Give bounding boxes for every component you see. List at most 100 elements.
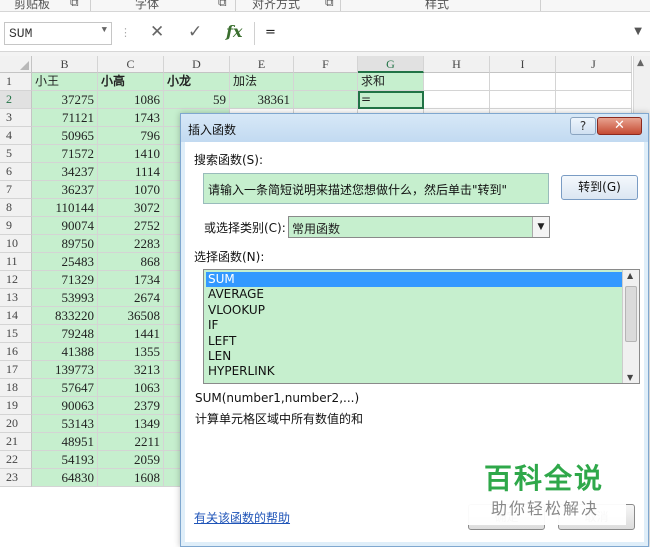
function-list-scrollbar[interactable]: ▲ ▼ <box>622 270 639 383</box>
cell-c15[interactable]: 1441 <box>98 325 164 343</box>
cell-c3[interactable]: 1743 <box>98 109 164 127</box>
column-header-h[interactable]: H <box>424 56 490 73</box>
row-header-3[interactable]: 3 <box>0 109 32 127</box>
formula-bar-grip-icon[interactable]: ⋮ <box>120 26 131 39</box>
column-header-e[interactable]: E <box>230 56 294 73</box>
row-header-10[interactable]: 10 <box>0 235 32 253</box>
function-item-len[interactable]: LEN <box>206 349 622 364</box>
scroll-thumb[interactable] <box>625 286 637 342</box>
chevron-down-icon[interactable]: ▼ <box>532 217 549 237</box>
scroll-up-arrow-icon[interactable]: ▲ <box>627 271 633 280</box>
column-header-b[interactable]: B <box>32 56 98 73</box>
cell-b3[interactable]: 71121 <box>32 109 98 127</box>
cell-b19[interactable]: 90063 <box>32 397 98 415</box>
row-header-23[interactable]: 23 <box>0 469 32 487</box>
column-header-c[interactable]: C <box>98 56 164 73</box>
cell-b15[interactable]: 79248 <box>32 325 98 343</box>
cell-c13[interactable]: 2674 <box>98 289 164 307</box>
function-item-left[interactable]: LEFT <box>206 334 622 349</box>
dialog-titlebar[interactable]: 插入函数 ? ✕ <box>181 114 648 142</box>
cell-g1[interactable]: 求和 <box>358 73 424 91</box>
cell-b2[interactable]: 37275 <box>32 91 98 109</box>
column-header-j[interactable]: J <box>556 56 632 73</box>
row-header-9[interactable]: 9 <box>0 217 32 235</box>
cell-h1[interactable] <box>424 73 490 91</box>
cell-j2[interactable] <box>556 91 632 109</box>
cell-c2[interactable]: 1086 <box>98 91 164 109</box>
cell-c1[interactable]: 小高 <box>98 73 164 91</box>
cell-h2[interactable] <box>424 91 490 109</box>
cell-c4[interactable]: 796 <box>98 127 164 145</box>
font-launcher-icon[interactable]: ⧉ <box>218 0 227 10</box>
chevron-down-icon[interactable]: ▼ <box>102 25 107 35</box>
function-item-sum[interactable]: SUM <box>206 272 622 287</box>
row-header-1[interactable]: 1 <box>0 73 32 91</box>
clipboard-launcher-icon[interactable]: ⧉ <box>70 0 79 10</box>
row-header-19[interactable]: 19 <box>0 397 32 415</box>
row-header-22[interactable]: 22 <box>0 451 32 469</box>
cell-c9[interactable]: 2752 <box>98 217 164 235</box>
cell-c8[interactable]: 3072 <box>98 199 164 217</box>
help-button[interactable]: ? <box>570 117 596 135</box>
row-header-15[interactable]: 15 <box>0 325 32 343</box>
cell-c12[interactable]: 1734 <box>98 271 164 289</box>
cell-e1[interactable]: 加法 <box>230 73 294 91</box>
cell-c20[interactable]: 1349 <box>98 415 164 433</box>
cell-b4[interactable]: 50965 <box>32 127 98 145</box>
row-header-21[interactable]: 21 <box>0 433 32 451</box>
row-header-18[interactable]: 18 <box>0 379 32 397</box>
cell-j1[interactable] <box>556 73 632 91</box>
cell-i2[interactable] <box>490 91 556 109</box>
cell-c18[interactable]: 1063 <box>98 379 164 397</box>
cell-d1[interactable]: 小龙 <box>164 73 230 91</box>
function-item-hyperlink[interactable]: HYPERLINK <box>206 364 622 379</box>
cell-b16[interactable]: 41388 <box>32 343 98 361</box>
cell-b9[interactable]: 90074 <box>32 217 98 235</box>
column-header-i[interactable]: I <box>490 56 556 73</box>
category-select[interactable]: 常用函数 ▼ <box>288 216 550 238</box>
column-header-f[interactable]: F <box>294 56 358 73</box>
cell-b8[interactable]: 110144 <box>32 199 98 217</box>
cell-c7[interactable]: 1070 <box>98 181 164 199</box>
close-button[interactable]: ✕ <box>597 117 642 135</box>
cell-c6[interactable]: 1114 <box>98 163 164 181</box>
cell-b21[interactable]: 48951 <box>32 433 98 451</box>
row-header-14[interactable]: 14 <box>0 307 32 325</box>
function-item-if[interactable]: IF <box>206 318 622 333</box>
cell-f2[interactable] <box>294 91 358 109</box>
cell-c23[interactable]: 1608 <box>98 469 164 487</box>
cell-i1[interactable] <box>490 73 556 91</box>
cell-c10[interactable]: 2283 <box>98 235 164 253</box>
row-header-12[interactable]: 12 <box>0 271 32 289</box>
search-function-input[interactable]: 请输入一条简短说明来描述您想做什么，然后单击"转到" <box>203 173 549 204</box>
row-header-13[interactable]: 13 <box>0 289 32 307</box>
scroll-down-arrow-icon[interactable]: ▼ <box>627 373 633 382</box>
row-header-4[interactable]: 4 <box>0 127 32 145</box>
scroll-up-arrow-icon[interactable]: ▲ <box>637 58 644 68</box>
function-item-vlookup[interactable]: VLOOKUP <box>206 303 622 318</box>
cell-b22[interactable]: 54193 <box>32 451 98 469</box>
cell-b7[interactable]: 36237 <box>32 181 98 199</box>
function-help-link[interactable]: 有关该函数的帮助 <box>194 509 290 526</box>
cell-b13[interactable]: 53993 <box>32 289 98 307</box>
cell-c11[interactable]: 868 <box>98 253 164 271</box>
cell-b1[interactable]: 小王 <box>32 73 98 91</box>
cell-c16[interactable]: 1355 <box>98 343 164 361</box>
cell-b14[interactable]: 833220 <box>32 307 98 325</box>
column-header-g[interactable]: G <box>358 56 424 73</box>
row-header-6[interactable]: 6 <box>0 163 32 181</box>
cell-b17[interactable]: 139773 <box>32 361 98 379</box>
row-header-11[interactable]: 11 <box>0 253 32 271</box>
row-header-17[interactable]: 17 <box>0 361 32 379</box>
cell-b11[interactable]: 25483 <box>32 253 98 271</box>
row-header-20[interactable]: 20 <box>0 415 32 433</box>
cell-b6[interactable]: 34237 <box>32 163 98 181</box>
cell-b18[interactable]: 57647 <box>32 379 98 397</box>
row-header-5[interactable]: 5 <box>0 145 32 163</box>
cell-e2[interactable]: 38361 <box>230 91 294 109</box>
row-header-8[interactable]: 8 <box>0 199 32 217</box>
select-all-corner[interactable] <box>0 56 32 73</box>
cell-b20[interactable]: 53143 <box>32 415 98 433</box>
cell-f1[interactable] <box>294 73 358 91</box>
cell-c19[interactable]: 2379 <box>98 397 164 415</box>
